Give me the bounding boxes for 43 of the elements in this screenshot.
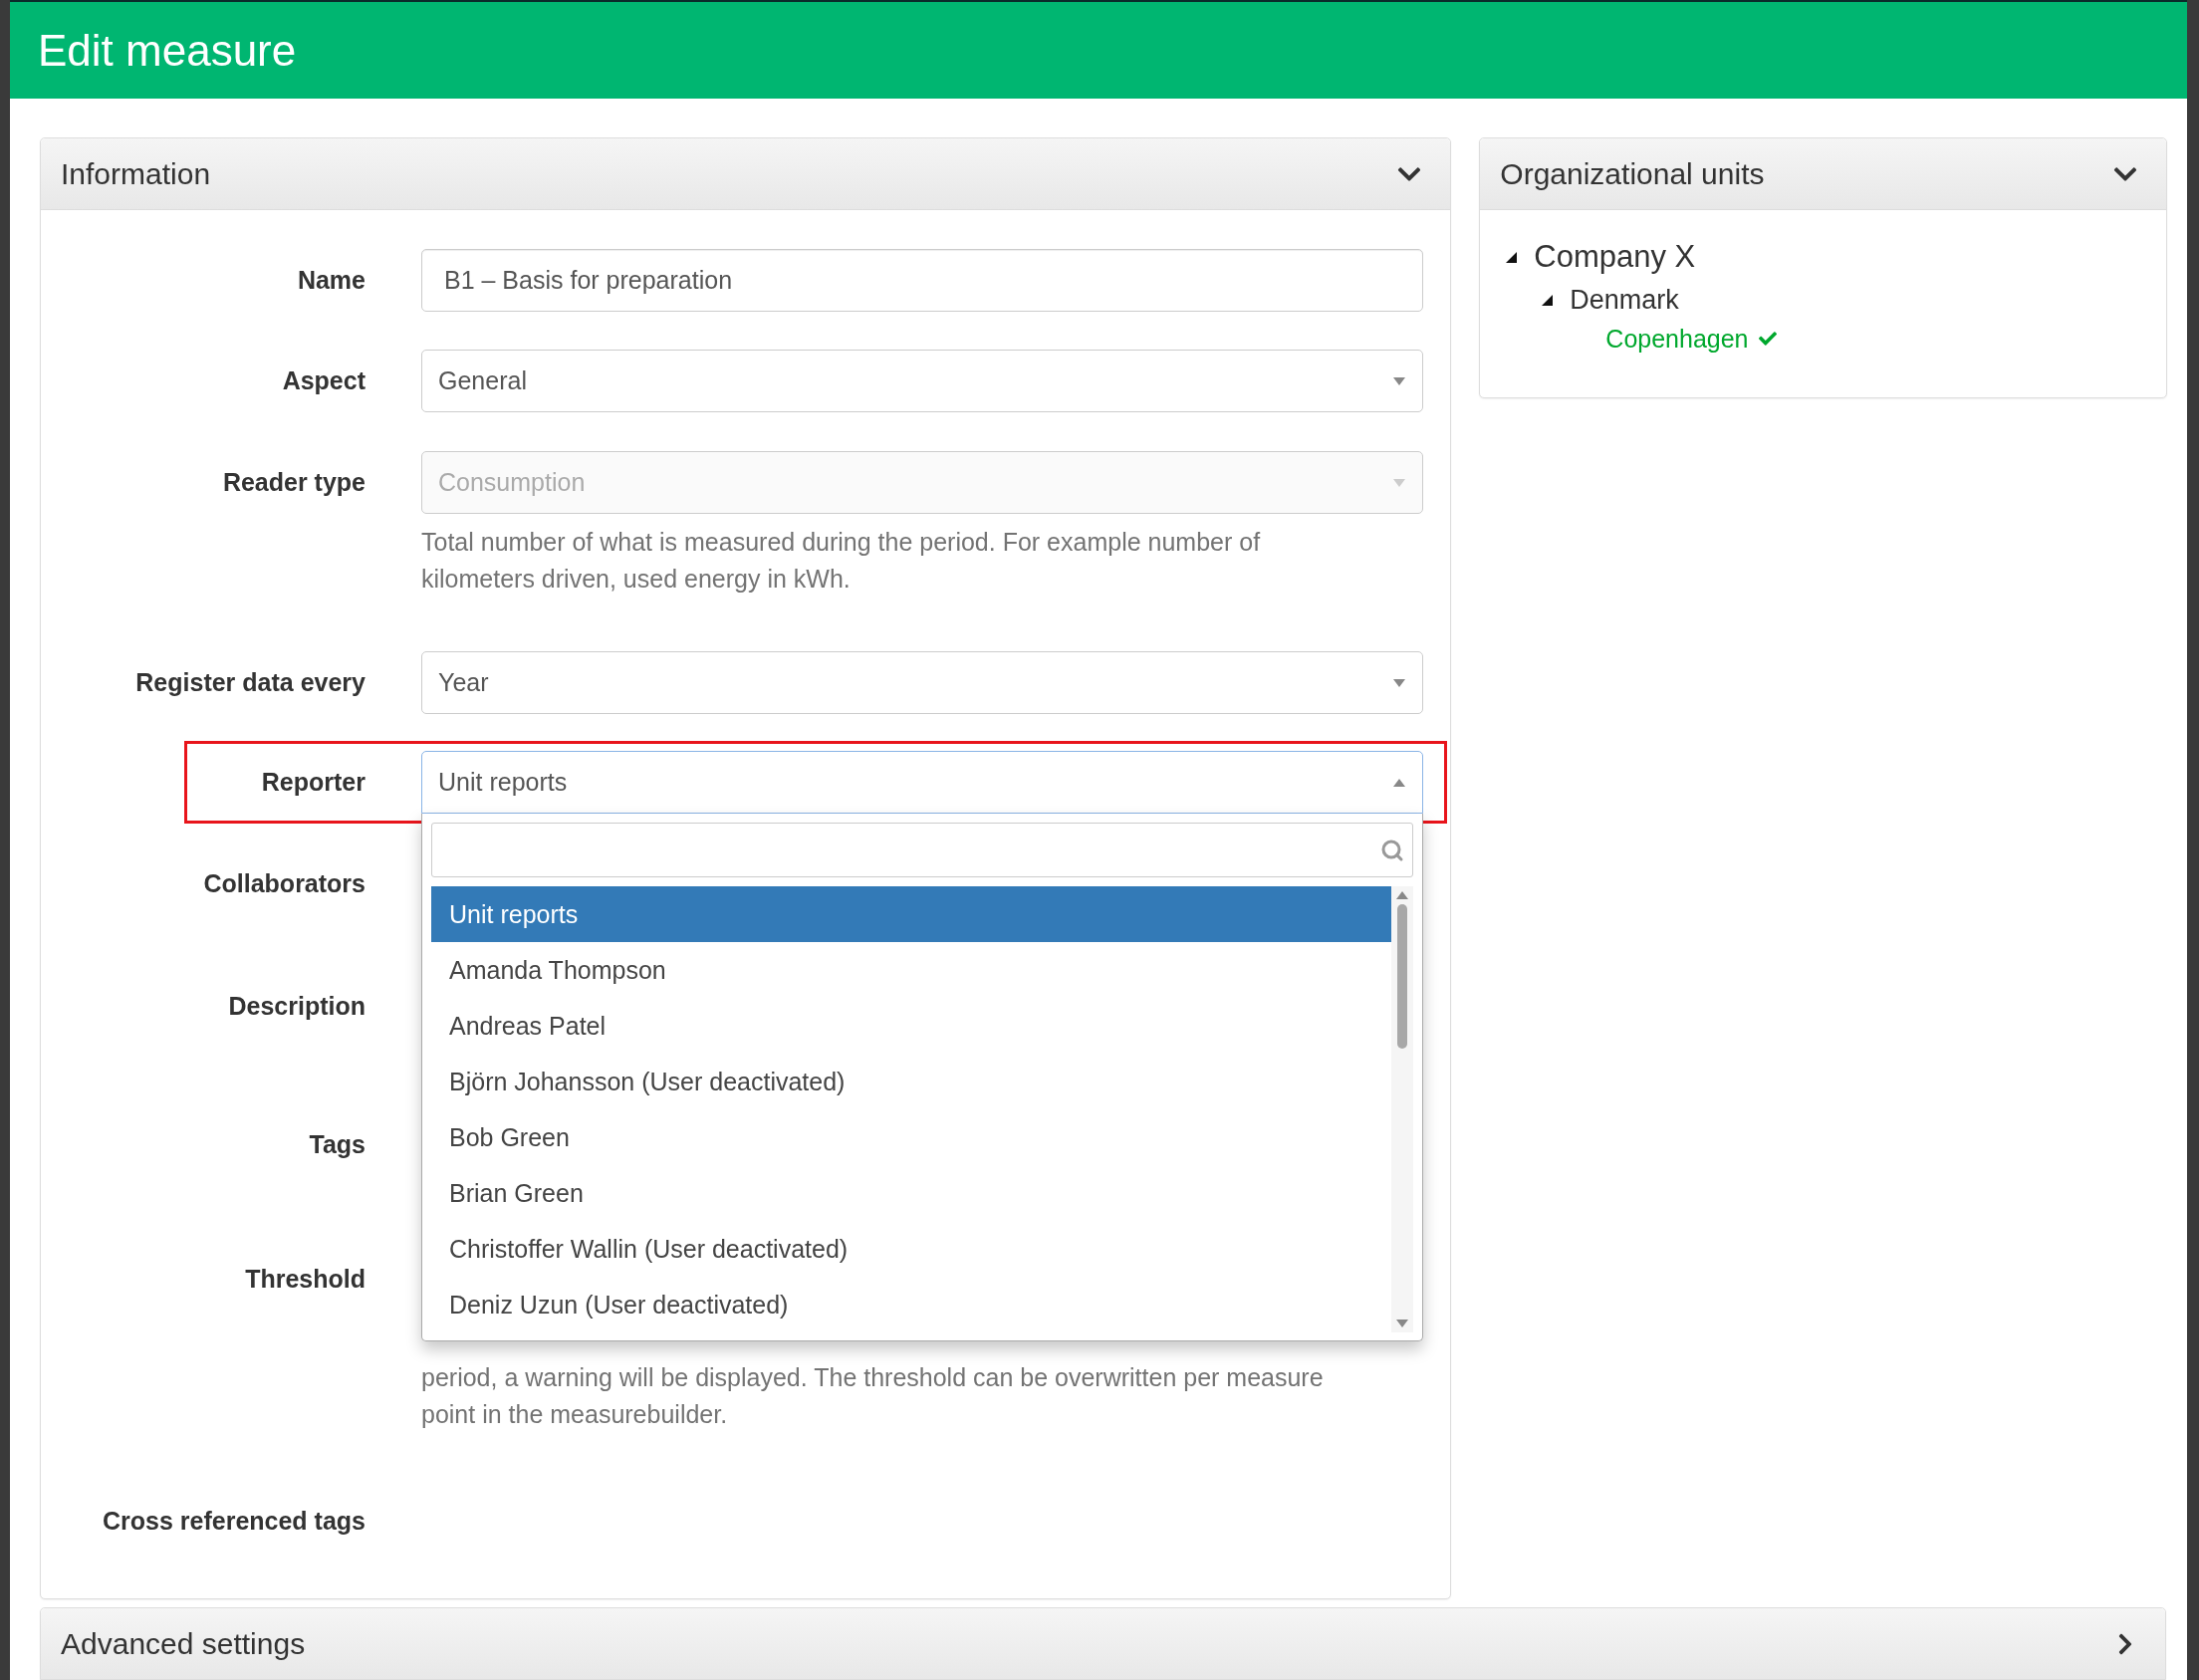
dialog-title: Edit measure <box>38 25 297 76</box>
dropdown-option[interactable]: Unit reports <box>431 886 1391 942</box>
dropdown-option[interactable]: Andreas Patel <box>431 998 1391 1054</box>
scroll-up-icon[interactable] <box>1395 890 1409 900</box>
scrollbar[interactable] <box>1391 886 1413 1332</box>
field-label: Register data every <box>134 667 366 698</box>
name-input[interactable]: B1 – Basis for preparation <box>421 249 1423 312</box>
field-label: Reader type <box>221 467 366 498</box>
caret-icon <box>1392 777 1406 788</box>
select-field[interactable]: Unit reports <box>421 751 1423 814</box>
dropdown-option[interactable]: Amanda Thompson <box>431 942 1391 998</box>
field-label: Threshold <box>244 1264 366 1295</box>
tree-item[interactable]: Denmark <box>1570 280 1679 320</box>
caret-icon <box>1392 375 1406 386</box>
select-field[interactable]: Year <box>421 651 1423 714</box>
check-icon <box>1758 330 1777 348</box>
field-label: Tags <box>308 1129 366 1160</box>
panel-header[interactable]: Organizational units <box>1480 138 2166 210</box>
help-text: period, a warning will be displayed. The threshold can be overwritten per measure point in the measurebuilder. <box>421 1363 1324 1428</box>
field-label: Collaborators <box>202 868 366 899</box>
field-label: Name <box>296 265 366 296</box>
field-label: Reporter <box>260 767 366 798</box>
dropdown-option[interactable]: Bob Green <box>431 1109 1391 1165</box>
dropdown-option[interactable]: Björn Johansson (User deactivated) <box>431 1054 1391 1109</box>
panel-header[interactable]: Advanced settings <box>41 1608 2165 1679</box>
field-label: Aspect <box>281 365 366 396</box>
dropdown-option[interactable]: Christoffer Wallin (User deactivated) <box>431 1221 1391 1277</box>
caret-icon <box>1392 677 1406 688</box>
field-label: Cross referenced tags <box>102 1506 366 1537</box>
dropdown-option[interactable]: Deniz Uzun (User deactivated) <box>431 1277 1391 1332</box>
expand-triangle-icon[interactable] <box>1504 250 1519 264</box>
scroll-down-icon[interactable] <box>1395 1319 1409 1328</box>
field-label: Description <box>227 991 366 1022</box>
panel-header[interactable]: Information <box>41 138 1451 210</box>
dropdown-option[interactable]: Brian Green <box>431 1165 1391 1221</box>
help-text: Total number of what is measured during the period. For example number of kilometers driven, used energy in kWh. <box>421 527 1262 595</box>
expand-triangle-icon[interactable] <box>1540 293 1555 307</box>
search-icon <box>1380 838 1404 862</box>
scrollbar-thumb[interactable] <box>1397 904 1407 1049</box>
select-field[interactable]: General <box>421 350 1423 412</box>
search-field[interactable] <box>431 823 1413 877</box>
tree-item[interactable]: Company X <box>1534 234 1696 280</box>
caret-icon <box>1392 477 1406 488</box>
